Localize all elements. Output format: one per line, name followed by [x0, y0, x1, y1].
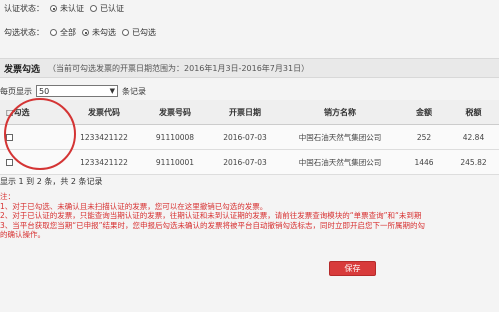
- check-status-filter: 勾选状态： 全部 未勾选 已勾选: [4, 27, 156, 38]
- radio-selected-icon[interactable]: [50, 5, 57, 12]
- section-hint: （当前可勾选发票的开票日期范围为：2016年1月3日-2016年7月31日）: [48, 63, 310, 73]
- radio-empty-icon[interactable]: [50, 29, 57, 36]
- page-size-suffix: 条记录: [122, 86, 146, 96]
- header-select-all[interactable]: □勾选: [0, 100, 68, 125]
- radio-unchecked-label: 未勾选: [92, 28, 116, 37]
- row-checkbox[interactable]: [6, 134, 13, 141]
- radio-unauthenticated[interactable]: 未认证: [50, 3, 84, 14]
- radio-empty-icon[interactable]: [122, 29, 129, 36]
- section-title: 发票勾选: [4, 64, 41, 75]
- row-checkbox-cell: [0, 124, 68, 150]
- header-seller-name: 销方名称: [280, 100, 400, 125]
- page-size-control: 每页显示 50 ▼ 条记录: [0, 85, 146, 97]
- note-line: 1、对于已勾选、未确认且未扫描认证的发票，您可以在这里撤销已勾选的发票。: [0, 201, 268, 211]
- header-invoice-code: 发票代码: [68, 100, 140, 125]
- notes-block: 注： 1、对于已勾选、未确认且未扫描认证的发票，您可以在这里撤销已勾选的发票。 …: [0, 192, 499, 240]
- radio-authenticated-label: 已认证: [100, 4, 124, 13]
- page-size-value: 50: [39, 86, 50, 96]
- page-size-select[interactable]: 50 ▼: [36, 85, 118, 97]
- table-header-row: □勾选 发票代码 发票号码 开票日期 销方名称 金额 税额: [0, 100, 499, 125]
- cell-invoice-number: 91110001: [140, 149, 210, 175]
- row-checkbox-cell: [0, 149, 68, 175]
- cell-amount: 252: [400, 124, 448, 150]
- chevron-down-icon[interactable]: ▼: [110, 87, 115, 95]
- invoice-table: □勾选 发票代码 发票号码 开票日期 销方名称 金额 税额 1233421122…: [0, 100, 499, 175]
- check-status-label: 勾选状态：: [4, 28, 44, 37]
- cell-invoice-code: 1233421122: [68, 149, 140, 175]
- cell-amount: 1446: [400, 149, 448, 175]
- cell-issue-date: 2016-07-03: [210, 124, 280, 150]
- save-button[interactable]: 保存: [329, 261, 376, 276]
- radio-checked-label: 已勾选: [132, 28, 156, 37]
- note-line: 的确认操作。: [0, 230, 45, 239]
- header-invoice-number: 发票号码: [140, 100, 210, 125]
- table-row: 1233421122 91110001 2016-07-03 中国石油天然气集团…: [0, 149, 499, 175]
- radio-authenticated[interactable]: 已认证: [90, 3, 124, 14]
- header-issue-date: 开票日期: [210, 100, 280, 125]
- radio-unauthenticated-label: 未认证: [60, 4, 84, 13]
- cell-issue-date: 2016-07-03: [210, 149, 280, 175]
- cell-tax: 42.84: [448, 124, 499, 150]
- cell-tax: 245.82: [448, 149, 499, 175]
- note-line: 3、当平台获取您当期“已申报”结果时，您申报后勾选未确认的发票将被平台自动撤销勾…: [0, 220, 426, 230]
- row-checkbox[interactable]: [6, 159, 13, 166]
- cell-seller-name: 中国石油天然气集团公司: [280, 124, 400, 150]
- radio-all-label: 全部: [60, 28, 76, 37]
- radio-unchecked[interactable]: 未勾选: [82, 27, 116, 38]
- table-row: 1233421122 91110008 2016-07-03 中国石油天然气集团…: [0, 124, 499, 150]
- notes-title: 注：: [0, 192, 15, 201]
- radio-empty-icon[interactable]: [90, 5, 97, 12]
- note-line: 2、对于已认证的发票，只能查询当期认证的发票，往期认证和未到认证期的发票，请前往…: [0, 211, 422, 220]
- auth-status-filter: 认证状态： 未认证 已认证: [4, 3, 124, 14]
- auth-status-label: 认证状态：: [4, 4, 44, 13]
- record-summary: 显示 1 到 2 条，共 2 条记录: [0, 177, 103, 186]
- radio-all[interactable]: 全部: [50, 27, 76, 38]
- cell-seller-name: 中国石油天然气集团公司: [280, 149, 400, 175]
- radio-selected-icon[interactable]: [82, 29, 89, 36]
- page-size-prefix: 每页显示: [0, 86, 32, 96]
- radio-checked[interactable]: 已勾选: [122, 27, 156, 38]
- cell-invoice-number: 91110008: [140, 124, 210, 150]
- cell-invoice-code: 1233421122: [68, 124, 140, 150]
- header-tax: 税额: [448, 100, 499, 125]
- header-amount: 金额: [400, 100, 448, 125]
- section-header: 发票勾选 （当前可勾选发票的开票日期范围为：2016年1月3日-2016年7月3…: [0, 58, 499, 78]
